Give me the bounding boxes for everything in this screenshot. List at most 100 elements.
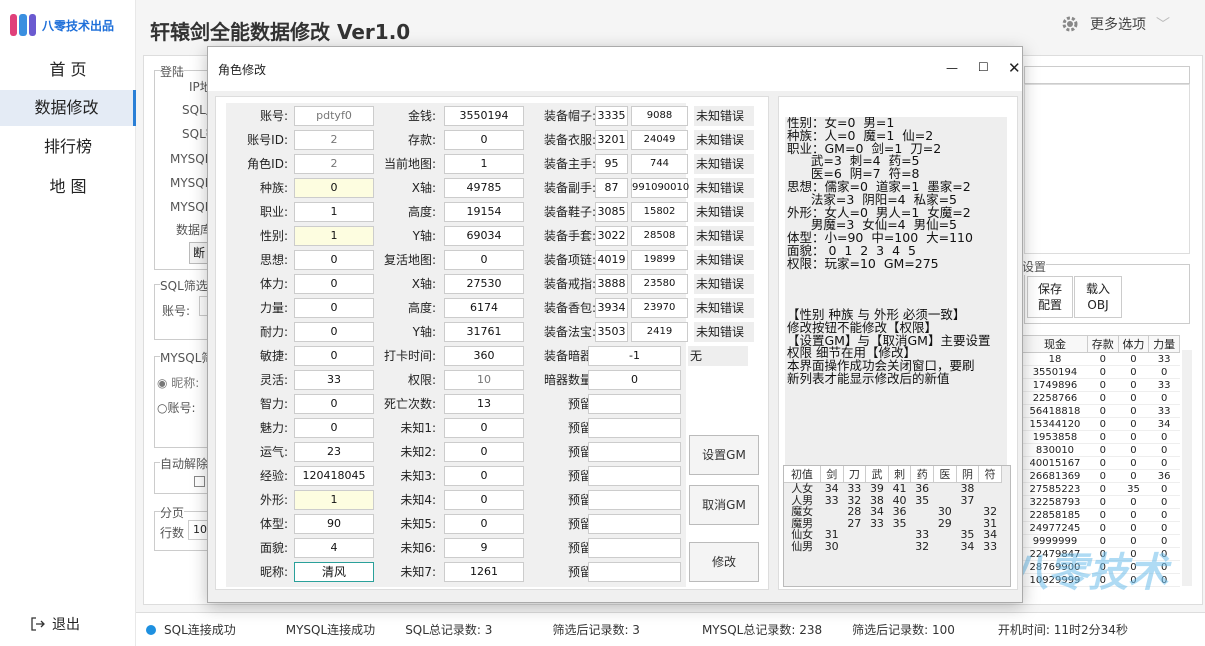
field-input[interactable]: 2 [294,130,374,150]
radio-account[interactable]: ○账号: [157,399,196,416]
field-input[interactable]: 3550194 [444,106,524,126]
header-stamina[interactable]: 体力 [1117,335,1150,353]
field-input[interactable]: 0 [294,418,374,438]
field-input[interactable]: 0 [444,418,524,438]
equip-value-input[interactable]: 23970 [631,298,688,318]
modify-button[interactable]: 修改 [689,542,759,582]
maximize-icon[interactable]: ☐ [978,60,989,74]
equip-value-input[interactable]: 991090010 [631,178,689,198]
cancel-gm-button[interactable]: 取消GM [689,485,759,525]
field-input[interactable]: 10 [444,370,524,390]
reserved-input[interactable] [588,514,681,534]
field-input[interactable]: 0 [294,346,374,366]
table-row[interactable]: 2258766 0 0 0 [1022,391,1180,405]
hidden-count-input[interactable]: 0 [588,370,681,390]
minimize-icon[interactable]: — [946,61,958,75]
header-deposit[interactable]: 存款 [1086,335,1119,353]
field-input[interactable]: 4 [294,538,374,558]
rows-input[interactable]: 10 [188,520,208,540]
field-input[interactable]: 0 [294,178,374,198]
field-input[interactable]: 0 [444,250,524,270]
field-input[interactable]: 1 [294,490,374,510]
reserved-input[interactable] [588,466,681,486]
nav-data-edit[interactable]: 数据修改 [0,90,136,126]
field-input[interactable]: 23 [294,442,374,462]
equip-value-input[interactable]: 744 [631,154,688,174]
field-input[interactable]: 69034 [444,226,524,246]
field-input[interactable]: 0 [294,394,374,414]
field-input[interactable]: 90 [294,514,374,534]
equip-id-input[interactable]: 3022 [595,226,628,246]
equip-id-input[interactable]: 3201 [595,130,628,150]
nav-home[interactable]: 首 页 [0,52,136,88]
table-row[interactable]: 1749896 0 0 33 [1022,378,1180,392]
field-input[interactable]: pdtyf0 [294,106,374,126]
reserved-input[interactable] [588,418,681,438]
equip-value-input[interactable]: 23580 [631,274,688,294]
table-row[interactable]: 40015167 0 0 0 [1022,456,1180,470]
nav-map[interactable]: 地 图 [0,169,136,205]
save-config-button[interactable]: 保存 配置 [1027,276,1073,318]
equip-id-input[interactable]: 87 [595,178,628,198]
table-row[interactable]: 18 0 0 33 [1022,352,1180,366]
close-icon[interactable]: ✕ [1008,59,1021,77]
field-input[interactable]: 0 [444,490,524,510]
equip-value-input[interactable]: 24049 [631,130,688,150]
field-input[interactable]: 9 [444,538,524,558]
table-row[interactable]: 32258793 0 0 0 [1022,495,1180,509]
disconnect-button[interactable]: 断 [189,242,209,264]
field-input[interactable]: 2 [294,154,374,174]
field-input[interactable]: 1 [444,154,524,174]
field-input[interactable]: 27530 [444,274,524,294]
field-input[interactable]: 19154 [444,202,524,222]
field-input[interactable]: 0 [444,442,524,462]
set-gm-button[interactable]: 设置GM [689,435,759,475]
field-input[interactable]: 清风 [294,562,374,582]
field-input[interactable]: 6174 [444,298,524,318]
header-strength[interactable]: 力量 [1148,335,1180,353]
equip-id-input[interactable]: 95 [595,154,628,174]
record-table-scrollbar[interactable] [1182,350,1192,586]
nav-ranking[interactable]: 排行榜 [0,129,136,165]
table-row[interactable]: 15344120 0 0 34 [1022,417,1180,431]
reserved-input[interactable] [588,562,681,582]
radio-nick[interactable]: ◉ 昵称: [157,374,199,391]
equip-value-input[interactable]: 9088 [631,106,688,126]
field-input[interactable]: 120418045 [294,466,374,486]
equip-id-input[interactable]: 4019 [595,250,628,270]
table-row[interactable]: 27585223 0 35 0 [1022,482,1180,496]
equip-id-input[interactable]: 3085 [595,202,628,222]
field-input[interactable]: 0 [444,466,524,486]
table-row[interactable]: 3550194 0 0 0 [1022,365,1180,379]
table-row[interactable]: 26681369 0 0 36 [1022,469,1180,483]
table-row[interactable]: 830010 0 0 0 [1022,443,1180,457]
right-search-input[interactable] [1024,66,1190,84]
field-input[interactable]: 33 [294,370,374,390]
reserved-input[interactable] [588,394,681,414]
field-input[interactable]: 360 [444,346,524,366]
reserved-input[interactable] [588,490,681,510]
field-input[interactable]: 1 [294,226,374,246]
header-cash[interactable]: 现金 [1022,335,1088,353]
equip-id-input[interactable]: 3888 [595,274,628,294]
field-input[interactable]: 0 [294,274,374,294]
field-input[interactable]: 1261 [444,562,524,582]
equip-value-input[interactable]: 19899 [631,250,688,270]
field-input[interactable]: 49785 [444,178,524,198]
table-row[interactable]: 22858185 0 0 0 [1022,508,1180,522]
equip-id-input[interactable]: 3934 [595,298,628,318]
field-input[interactable]: 1 [294,202,374,222]
reserved-input[interactable] [588,442,681,462]
equip-id-input[interactable]: 3335 [595,106,628,126]
equip-id-input[interactable]: 3503 [595,322,628,342]
field-input[interactable]: 0 [294,322,374,342]
table-row[interactable]: 1953858 0 0 0 [1022,430,1180,444]
field-input[interactable]: 13 [444,394,524,414]
field-input[interactable]: 0 [294,250,374,270]
field-input[interactable]: 0 [444,514,524,534]
field-input[interactable]: 31761 [444,322,524,342]
field-input[interactable]: 0 [444,130,524,150]
table-row[interactable]: 24977245 0 0 0 [1022,521,1180,535]
load-obj-button[interactable]: 载入 OBJ [1074,276,1122,318]
reserved-input[interactable] [588,538,681,558]
